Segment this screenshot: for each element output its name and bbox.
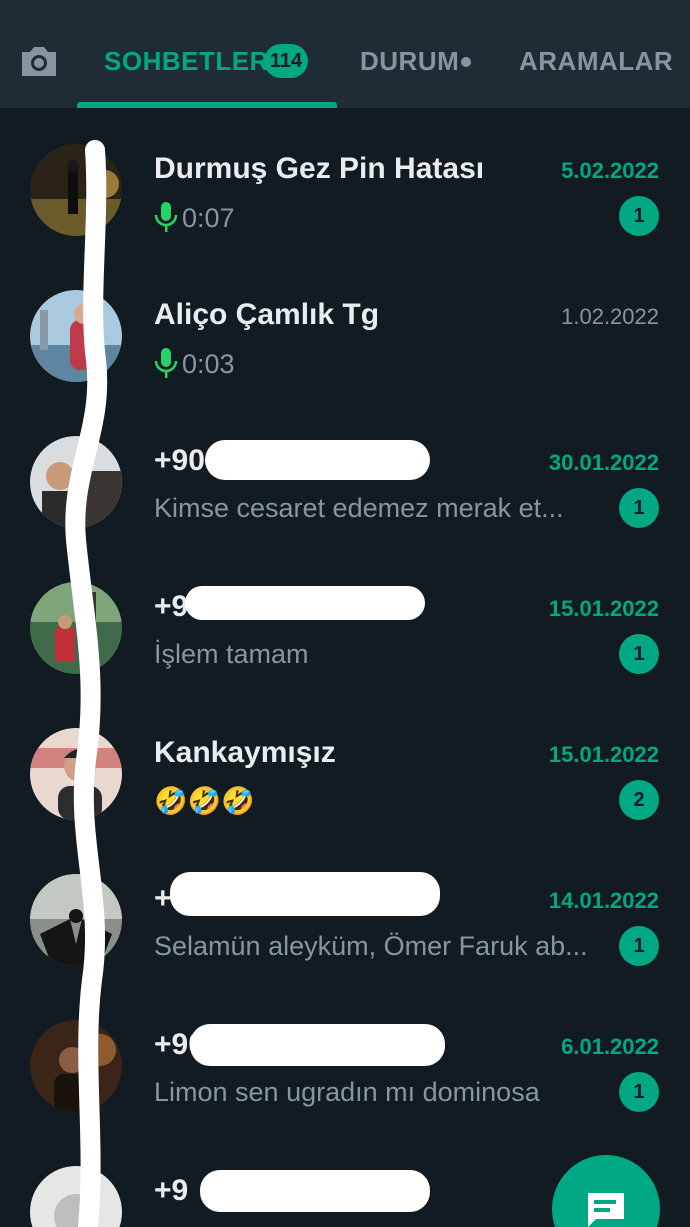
- status-dot-indicator: [461, 57, 471, 67]
- mic-icon: [154, 201, 178, 240]
- chat-row[interactable]: Aliço Çamlık Tg 1.02.2022 0:03: [0, 254, 690, 400]
- unread-badge: 1: [619, 634, 659, 674]
- chat-row[interactable]: Durmuş Gez Pin Hatası 5.02.2022 0:07 1: [0, 108, 690, 254]
- unread-badge: 2: [619, 780, 659, 820]
- tab-calls[interactable]: ARAMALAR: [519, 46, 673, 77]
- redaction-scribble: [190, 1024, 445, 1066]
- unread-badge: 1: [619, 926, 659, 966]
- chat-name: Kankaymışız: [154, 736, 336, 769]
- chat-date: 15.01.2022: [548, 596, 659, 621]
- redaction-scribble: [170, 872, 440, 916]
- chat-preview: Selamün aleyküm, Ömer Faruk ab...: [154, 931, 588, 961]
- avatar[interactable]: [30, 582, 122, 674]
- chat-date: 15.01.2022: [548, 742, 659, 767]
- new-chat-icon: [588, 1193, 624, 1227]
- avatar[interactable]: [30, 144, 122, 236]
- redaction-scribble: [185, 586, 425, 620]
- chat-preview: 🤣🤣🤣: [154, 786, 255, 816]
- avatar[interactable]: [30, 728, 122, 820]
- tab-status[interactable]: DURUM: [360, 46, 459, 77]
- chat-date: 14.01.2022: [548, 888, 659, 913]
- chat-preview: 0:07: [154, 201, 594, 240]
- chat-name: Aliço Çamlık Tg: [154, 298, 380, 331]
- camera-icon[interactable]: [18, 40, 60, 82]
- chat-row[interactable]: +90 15.01.2022 İşlem tamam 1: [0, 546, 690, 692]
- whatsapp-app: SOHBETLER 114 DURUM ARAMALAR Durmuş Gez …: [0, 0, 690, 1227]
- unread-badge: 1: [619, 1072, 659, 1112]
- unread-badge: 1: [619, 488, 659, 528]
- chat-preview: İşlem tamam: [154, 639, 309, 669]
- top-tab-bar: SOHBETLER 114 DURUM ARAMALAR: [0, 0, 690, 108]
- redaction-scribble: [200, 1170, 430, 1212]
- avatar[interactable]: [30, 1020, 122, 1112]
- chat-date: 6.01.2022: [561, 1034, 659, 1059]
- chat-row[interactable]: +90 30.01.2022 Kimse cesaret edemez mera…: [0, 400, 690, 546]
- chat-row[interactable]: +90 6.01.2022 Limon sen ugradın mı domin…: [0, 984, 690, 1130]
- chats-count-badge: 114: [264, 44, 308, 78]
- chat-preview: 0:03: [154, 347, 594, 386]
- voice-duration: 0:03: [182, 349, 235, 379]
- voice-duration: 0:07: [182, 203, 235, 233]
- tab-chats[interactable]: SOHBETLER: [104, 46, 269, 77]
- mic-icon: [154, 347, 178, 386]
- chat-row[interactable]: + 14.01.2022 Selamün aleyküm, Ömer Faruk…: [0, 838, 690, 984]
- chat-date: 30.01.2022: [548, 450, 659, 475]
- chat-date: 1.02.2022: [561, 304, 659, 329]
- unread-badge: 1: [619, 196, 659, 236]
- chat-date: 5.02.2022: [561, 158, 659, 183]
- chat-name: Durmuş Gez Pin Hatası: [154, 152, 485, 185]
- redaction-scribble: [205, 440, 430, 480]
- chat-list: Durmuş Gez Pin Hatası 5.02.2022 0:07 1 A…: [0, 108, 690, 1227]
- avatar[interactable]: [30, 874, 122, 966]
- avatar[interactable]: [30, 1166, 122, 1227]
- avatar[interactable]: [30, 436, 122, 528]
- chat-preview: Limon sen ugradın mı dominosa: [154, 1077, 540, 1107]
- chat-row[interactable]: Kankaymışız 15.01.2022 🤣🤣🤣 2: [0, 692, 690, 838]
- avatar[interactable]: [30, 290, 122, 382]
- chat-preview: Kimse cesaret edemez merak et...: [154, 493, 564, 523]
